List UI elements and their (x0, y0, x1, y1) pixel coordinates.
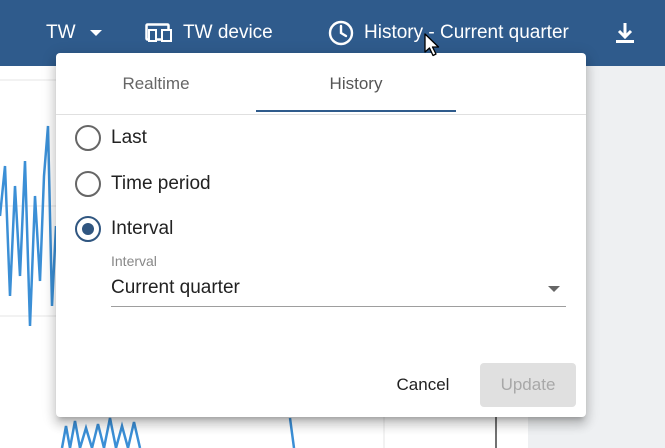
interval-select-underline (111, 306, 566, 307)
chevron-down-icon (89, 30, 102, 36)
device-label: TW device (183, 22, 273, 43)
tab-realtime[interactable]: Realtime (56, 53, 256, 115)
tab-history[interactable]: History (256, 53, 456, 115)
interval-select[interactable]: Interval Current quarter (111, 253, 566, 308)
option-time-period[interactable]: Time period (75, 170, 211, 198)
update-button[interactable]: Update (480, 363, 576, 407)
interval-select-value: Current quarter (111, 277, 240, 298)
radio-last[interactable] (75, 125, 101, 151)
cancel-button[interactable]: Cancel (382, 363, 464, 407)
history-label: History - Current quarter (364, 22, 569, 43)
timewindow-popup: Realtime History Last Time period Interv… (56, 53, 586, 417)
radio-interval[interactable] (75, 216, 101, 242)
download-icon (616, 23, 634, 43)
entity-label: TW (46, 22, 76, 43)
timewindow-tabs: Realtime History (56, 53, 586, 115)
option-interval-label: Interval (111, 218, 174, 239)
active-tab-indicator (256, 110, 456, 112)
option-time-period-label: Time period (111, 173, 211, 194)
devices-icon (145, 23, 172, 42)
clock-icon (328, 20, 354, 46)
option-last-label: Last (111, 127, 147, 148)
interval-select-label: Interval (111, 253, 157, 269)
option-last[interactable]: Last (75, 124, 147, 152)
download-button[interactable] (612, 0, 638, 66)
dropdown-arrow-icon (548, 286, 560, 292)
mouse-cursor-icon (424, 33, 440, 57)
option-interval[interactable]: Interval (75, 215, 173, 243)
radio-time-period[interactable] (75, 171, 101, 197)
